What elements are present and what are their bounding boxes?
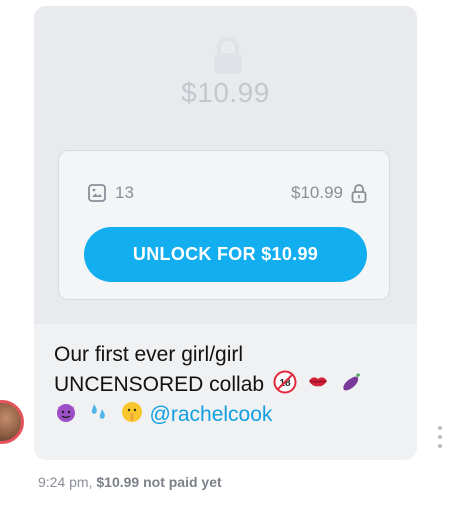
- more-options-icon[interactable]: [437, 426, 443, 448]
- svg-text:18: 18: [279, 378, 291, 389]
- eggplant-icon: [342, 373, 360, 391]
- no-under-18-icon: 18: [273, 370, 297, 394]
- paid-price: $10.99: [291, 183, 367, 203]
- image-icon: [88, 184, 106, 202]
- message-line-2: UNCENSORED collab 18: [54, 370, 404, 400]
- sweat-droplets-icon: [91, 404, 105, 419]
- paid-content-card: 13 $10.99 UNLOCK FOR $10.99: [58, 150, 390, 300]
- locked-content-preview: $10.99 13 $10.99 UNLOCK FOR $10.99: [34, 6, 417, 324]
- message-price: $10.99: [96, 474, 140, 490]
- message-line-3: @rachelcook: [54, 400, 404, 430]
- media-count-label: 13: [115, 183, 134, 202]
- locked-price: $10.99: [181, 77, 270, 108]
- paid-content-info: 13 $10.99: [87, 181, 367, 205]
- message-time: 9:24 pm,: [38, 474, 93, 490]
- message-line-1: Our first ever girl/girl: [54, 340, 404, 370]
- message-text: Our first ever girl/girl UNCENSORED coll…: [54, 340, 404, 430]
- kiss-lips-icon: [308, 377, 327, 387]
- lock-icon: [214, 37, 242, 74]
- media-count: 13: [87, 183, 134, 203]
- unlock-button[interactable]: UNLOCK FOR $10.99: [84, 227, 367, 282]
- small-lock-icon: [351, 184, 367, 203]
- message-bubble: $10.99 13 $10.99 UNLOCK FOR $10.99 Our f…: [34, 6, 417, 460]
- sender-avatar[interactable]: [0, 400, 24, 444]
- message-meta: 9:24 pm, $10.99 not paid yet: [38, 474, 222, 490]
- paid-price-label: $10.99: [291, 183, 343, 202]
- shushing-face-icon: [121, 402, 142, 422]
- smiling-devil-icon: [57, 404, 75, 422]
- payment-status: not paid yet: [143, 474, 222, 490]
- message-line-2-text: UNCENSORED collab: [54, 373, 265, 396]
- mention-link[interactable]: @rachelcook: [150, 403, 273, 426]
- message-line-1-text: Our first ever girl/girl: [54, 343, 244, 366]
